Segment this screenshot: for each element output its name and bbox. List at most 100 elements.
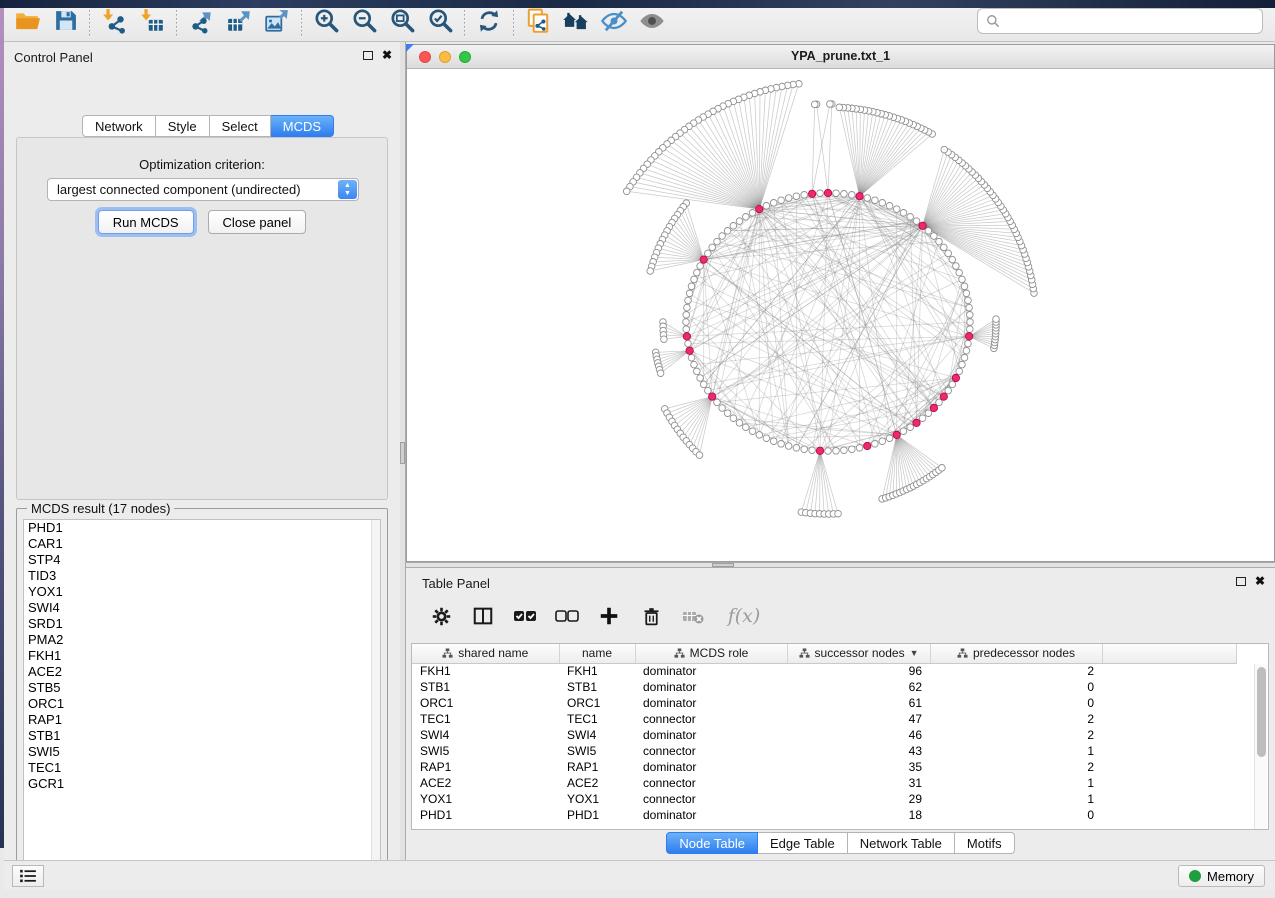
graph-node[interactable] bbox=[785, 195, 792, 202]
mcds-result-item[interactable]: YOX1 bbox=[24, 584, 380, 600]
graph-node[interactable] bbox=[959, 361, 966, 368]
graph-node[interactable] bbox=[661, 336, 668, 343]
graph-node[interactable] bbox=[936, 238, 943, 245]
graph-node[interactable] bbox=[965, 297, 972, 304]
table-row-TEC1[interactable]: TEC1TEC1connector472 bbox=[412, 711, 1237, 727]
deselect-all-checkboxes-icon[interactable] bbox=[554, 603, 580, 629]
tab-network[interactable]: Network bbox=[82, 115, 156, 137]
table-row-PHD1[interactable]: PHD1PHD1dominator180 bbox=[412, 807, 1237, 823]
graph-node[interactable] bbox=[749, 428, 756, 435]
mcds-result-item[interactable]: PHD1 bbox=[24, 520, 380, 536]
mcds-result-item[interactable]: CAR1 bbox=[24, 536, 380, 552]
graph-node[interactable] bbox=[719, 233, 726, 240]
graph-node[interactable] bbox=[886, 435, 893, 442]
graph-hub-node[interactable] bbox=[864, 442, 871, 449]
table-row-YOX1[interactable]: YOX1YOX1connector291 bbox=[412, 791, 1237, 807]
tab-edge-table[interactable]: Edge Table bbox=[758, 832, 848, 854]
graph-node[interactable] bbox=[685, 297, 692, 304]
graph-node[interactable] bbox=[770, 438, 777, 445]
float-panel-icon[interactable] bbox=[363, 51, 373, 60]
graph-hub-node[interactable] bbox=[893, 431, 900, 438]
graph-node[interactable] bbox=[956, 368, 963, 375]
mcds-result-item[interactable]: SRD1 bbox=[24, 616, 380, 632]
table-row-SWI5[interactable]: SWI5SWI5connector431 bbox=[412, 743, 1237, 759]
close-panel-button[interactable]: Close panel bbox=[208, 210, 307, 234]
mcds-result-item[interactable]: PMA2 bbox=[24, 632, 380, 648]
graph-node[interactable] bbox=[913, 218, 920, 225]
graph-node[interactable] bbox=[736, 218, 743, 225]
table-scrollbar-thumb[interactable] bbox=[1257, 667, 1266, 757]
graph-node[interactable] bbox=[949, 256, 956, 263]
graph-node[interactable] bbox=[961, 354, 968, 361]
show-column-panel-icon[interactable] bbox=[470, 603, 496, 629]
graph-hub-node[interactable] bbox=[940, 393, 947, 400]
graph-node[interactable] bbox=[953, 263, 960, 270]
graph-node[interactable] bbox=[709, 244, 716, 251]
graph-node[interactable] bbox=[683, 312, 690, 319]
mcds-result-item[interactable]: GCR1 bbox=[24, 776, 380, 792]
graph-node[interactable] bbox=[833, 448, 840, 455]
graph-node[interactable] bbox=[811, 101, 818, 108]
graph-node[interactable] bbox=[966, 304, 973, 311]
table-row-FKH1[interactable]: FKH1FKH1dominator962 bbox=[412, 663, 1237, 679]
graph-node[interactable] bbox=[691, 361, 698, 368]
graph-node[interactable] bbox=[683, 326, 690, 333]
tab-motifs[interactable]: Motifs bbox=[955, 832, 1015, 854]
function-builder-icon[interactable]: f(x) bbox=[722, 603, 766, 629]
mcds-result-item[interactable]: STB5 bbox=[24, 680, 380, 696]
graph-node[interactable] bbox=[778, 197, 785, 204]
float-panel-icon[interactable] bbox=[1236, 577, 1246, 586]
graph-node[interactable] bbox=[886, 203, 893, 210]
minimize-window-icon[interactable] bbox=[439, 51, 451, 63]
graph-node[interactable] bbox=[879, 438, 886, 445]
graph-node[interactable] bbox=[688, 283, 695, 290]
graph-node[interactable] bbox=[683, 319, 690, 326]
close-panel-icon[interactable]: ✖ bbox=[1255, 576, 1265, 586]
graph-node[interactable] bbox=[809, 447, 816, 454]
mcds-result-item[interactable]: TEC1 bbox=[24, 760, 380, 776]
graph-node[interactable] bbox=[743, 424, 750, 431]
mcds-result-item[interactable]: ORC1 bbox=[24, 696, 380, 712]
table-row-STB1[interactable]: STB1STB1dominator620 bbox=[412, 679, 1237, 695]
graph-node[interactable] bbox=[965, 340, 972, 347]
tab-mcds[interactable]: MCDS bbox=[271, 115, 334, 137]
graph-node[interactable] bbox=[919, 415, 926, 422]
graph-hub-node[interactable] bbox=[683, 333, 690, 340]
search-input[interactable] bbox=[1006, 14, 1254, 29]
select-all-checkboxes-icon[interactable] bbox=[512, 603, 538, 629]
table-row-SWI4[interactable]: SWI4SWI4dominator462 bbox=[412, 727, 1237, 743]
run-mcds-button[interactable]: Run MCDS bbox=[98, 210, 194, 234]
mcds-result-item[interactable]: STB1 bbox=[24, 728, 380, 744]
column-header-name[interactable]: name bbox=[559, 644, 635, 663]
memory-button[interactable]: Memory bbox=[1178, 865, 1265, 887]
graph-hub-node[interactable] bbox=[952, 374, 959, 381]
graph-hub-node[interactable] bbox=[816, 447, 823, 454]
graph-node[interactable] bbox=[941, 146, 948, 153]
table-row-ACE2[interactable]: ACE2ACE2connector311 bbox=[412, 775, 1237, 791]
graph-node[interactable] bbox=[945, 250, 952, 257]
graph-node[interactable] bbox=[696, 452, 703, 459]
graph-node[interactable] bbox=[686, 290, 693, 297]
graph-node[interactable] bbox=[763, 203, 770, 210]
graph-node[interactable] bbox=[817, 190, 824, 197]
graph-node[interactable] bbox=[993, 316, 1000, 323]
table-settings-icon[interactable] bbox=[428, 603, 454, 629]
graph-node[interactable] bbox=[849, 192, 856, 199]
graph-node[interactable] bbox=[724, 228, 731, 235]
graph-node[interactable] bbox=[684, 304, 691, 311]
network-titlebar[interactable]: YPA_prune.txt_1 bbox=[407, 45, 1274, 69]
graph-node[interactable] bbox=[872, 197, 879, 204]
graph-node[interactable] bbox=[836, 104, 843, 111]
table-scrollbar[interactable] bbox=[1254, 664, 1267, 829]
graph-node[interactable] bbox=[967, 319, 974, 326]
mcds-result-item[interactable]: SWI5 bbox=[24, 744, 380, 760]
graph-node[interactable] bbox=[688, 354, 695, 361]
graph-node[interactable] bbox=[730, 415, 737, 422]
graph-node[interactable] bbox=[793, 445, 800, 452]
graph-hub-node[interactable] bbox=[709, 393, 716, 400]
tab-select[interactable]: Select bbox=[210, 115, 271, 137]
graph-node[interactable] bbox=[849, 446, 856, 453]
table-row-ORC1[interactable]: ORC1ORC1dominator610 bbox=[412, 695, 1237, 711]
graph-node[interactable] bbox=[749, 210, 756, 217]
graph-hub-node[interactable] bbox=[913, 419, 920, 426]
